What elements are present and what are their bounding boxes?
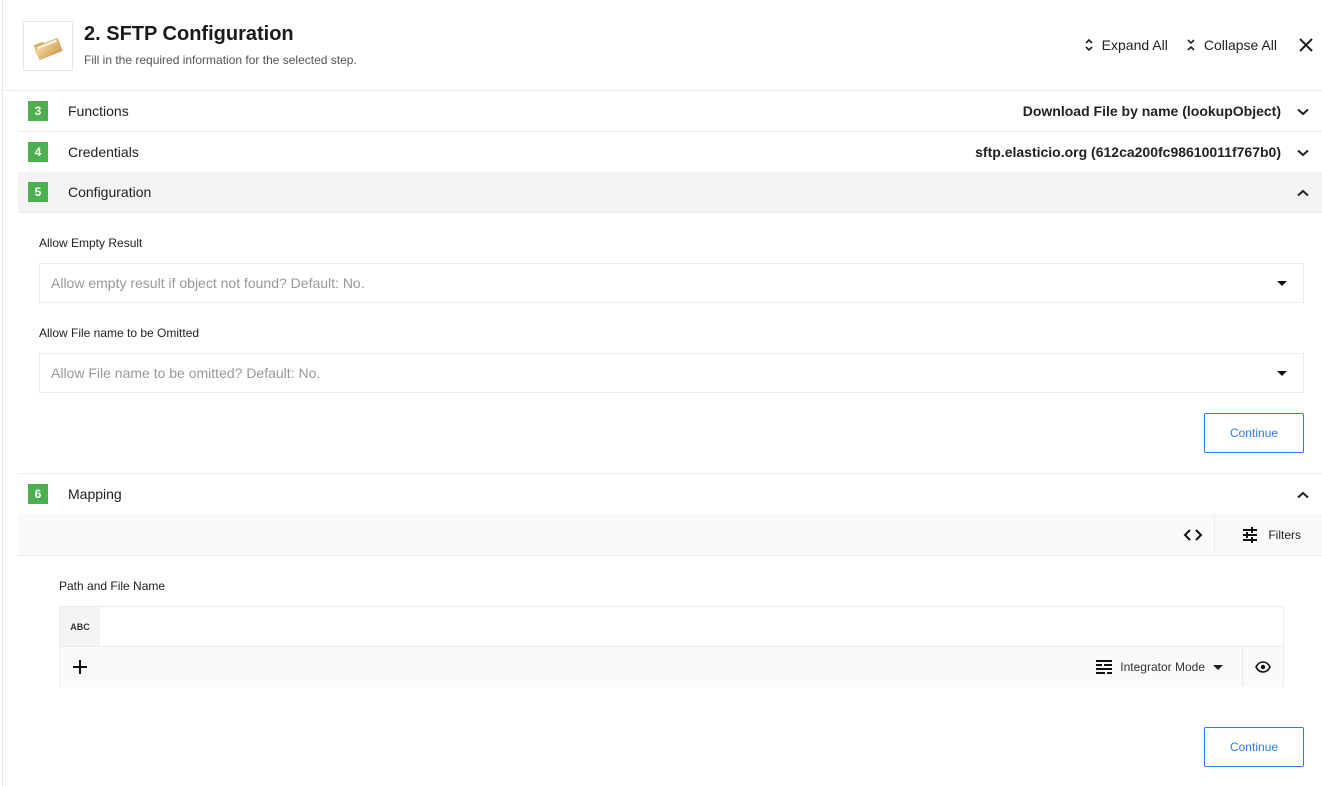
- mapping-toolbar: Filters: [18, 514, 1322, 556]
- dropdown-caret-icon: [1277, 371, 1287, 376]
- close-button[interactable]: [1295, 34, 1317, 56]
- section-credentials[interactable]: 4 Credentials sftp.elasticio.org (612ca2…: [18, 132, 1322, 173]
- filters-button[interactable]: Filters: [1242, 514, 1301, 555]
- collapse-all-label: Collapse All: [1203, 37, 1277, 53]
- field-actions-bar: Integrator Mode: [60, 646, 1283, 687]
- allow-empty-result-label: Allow Empty Result: [39, 236, 143, 250]
- select-placeholder: Allow File name to be omitted? Default: …: [51, 365, 321, 381]
- chevron-up-icon[interactable]: [1295, 487, 1311, 503]
- allow-file-name-omitted-label: Allow File name to be Omitted: [39, 326, 200, 340]
- section-mapping[interactable]: 6 Mapping: [18, 474, 1322, 515]
- close-icon: [1299, 38, 1313, 52]
- collapse-icon: [1187, 39, 1195, 51]
- section-configuration[interactable]: 5 Configuration: [18, 172, 1322, 213]
- plus-icon: [73, 660, 87, 674]
- path-and-file-name-label: Path and File Name: [59, 579, 166, 593]
- expand-all-label: Expand All: [1101, 37, 1168, 53]
- eye-icon: [1255, 661, 1271, 673]
- preview-button[interactable]: [1243, 647, 1283, 687]
- mode-label: Integrator Mode: [1120, 660, 1205, 674]
- section-label: Configuration: [68, 184, 152, 200]
- allow-file-name-omitted-select[interactable]: Allow File name to be omitted? Default: …: [39, 353, 1304, 393]
- section-value: Download File by name (lookupObject): [1022, 103, 1281, 119]
- chevron-up-icon[interactable]: [1295, 185, 1311, 201]
- chevron-down-icon[interactable]: [1295, 104, 1311, 120]
- select-placeholder: Allow empty result if object not found? …: [51, 275, 365, 291]
- configuration-continue-button[interactable]: Continue: [1204, 413, 1304, 453]
- allow-empty-result-select[interactable]: Allow empty result if object not found? …: [39, 263, 1304, 303]
- code-view-toggle[interactable]: [1173, 514, 1213, 555]
- section-value: sftp.elasticio.org (612ca200fc98610011f7…: [975, 144, 1281, 160]
- section-functions[interactable]: 3 Functions Download File by name (looku…: [18, 91, 1322, 132]
- panel-header: 2. SFTP Configuration Fill in the requir…: [3, 0, 1322, 91]
- page-title: 2. SFTP Configuration: [84, 23, 294, 45]
- filters-icon: [1243, 526, 1258, 543]
- step-number-badge: 5: [28, 182, 48, 202]
- header-actions: Expand All Collapse All: [1084, 34, 1322, 56]
- toolbar-separator: [1214, 514, 1215, 555]
- type-badge-string: ABC: [60, 607, 100, 646]
- filters-label: Filters: [1268, 527, 1301, 542]
- section-label: Functions: [68, 103, 129, 119]
- page-subtitle: Fill in the required information for the…: [84, 53, 357, 67]
- add-button[interactable]: [70, 657, 90, 677]
- step-number-badge: 6: [28, 484, 48, 504]
- code-icon: [1183, 528, 1203, 541]
- step-icon-box: [23, 21, 73, 71]
- integrator-mode-dropdown[interactable]: Integrator Mode: [1096, 647, 1223, 687]
- step-number-badge: 4: [28, 142, 48, 162]
- mapping-continue-button[interactable]: Continue: [1204, 727, 1304, 767]
- section-label: Credentials: [68, 144, 139, 160]
- path-and-file-name-field: ABC Integrator Mode: [59, 606, 1284, 687]
- step-configuration-panel: 2. SFTP Configuration Fill in the requir…: [2, 0, 1322, 786]
- mode-lines-icon: [1096, 660, 1113, 674]
- expand-icon: [1085, 38, 1093, 52]
- step-number-badge: 3: [28, 101, 48, 121]
- section-label: Mapping: [68, 486, 122, 502]
- collapse-all-button[interactable]: Collapse All: [1186, 37, 1277, 53]
- folder-icon: [33, 37, 63, 60]
- dropdown-caret-icon: [1277, 281, 1287, 286]
- expand-all-button[interactable]: Expand All: [1084, 37, 1168, 53]
- dropdown-caret-icon: [1213, 664, 1223, 670]
- chevron-down-icon[interactable]: [1295, 145, 1311, 161]
- path-and-file-name-input[interactable]: [100, 607, 1283, 646]
